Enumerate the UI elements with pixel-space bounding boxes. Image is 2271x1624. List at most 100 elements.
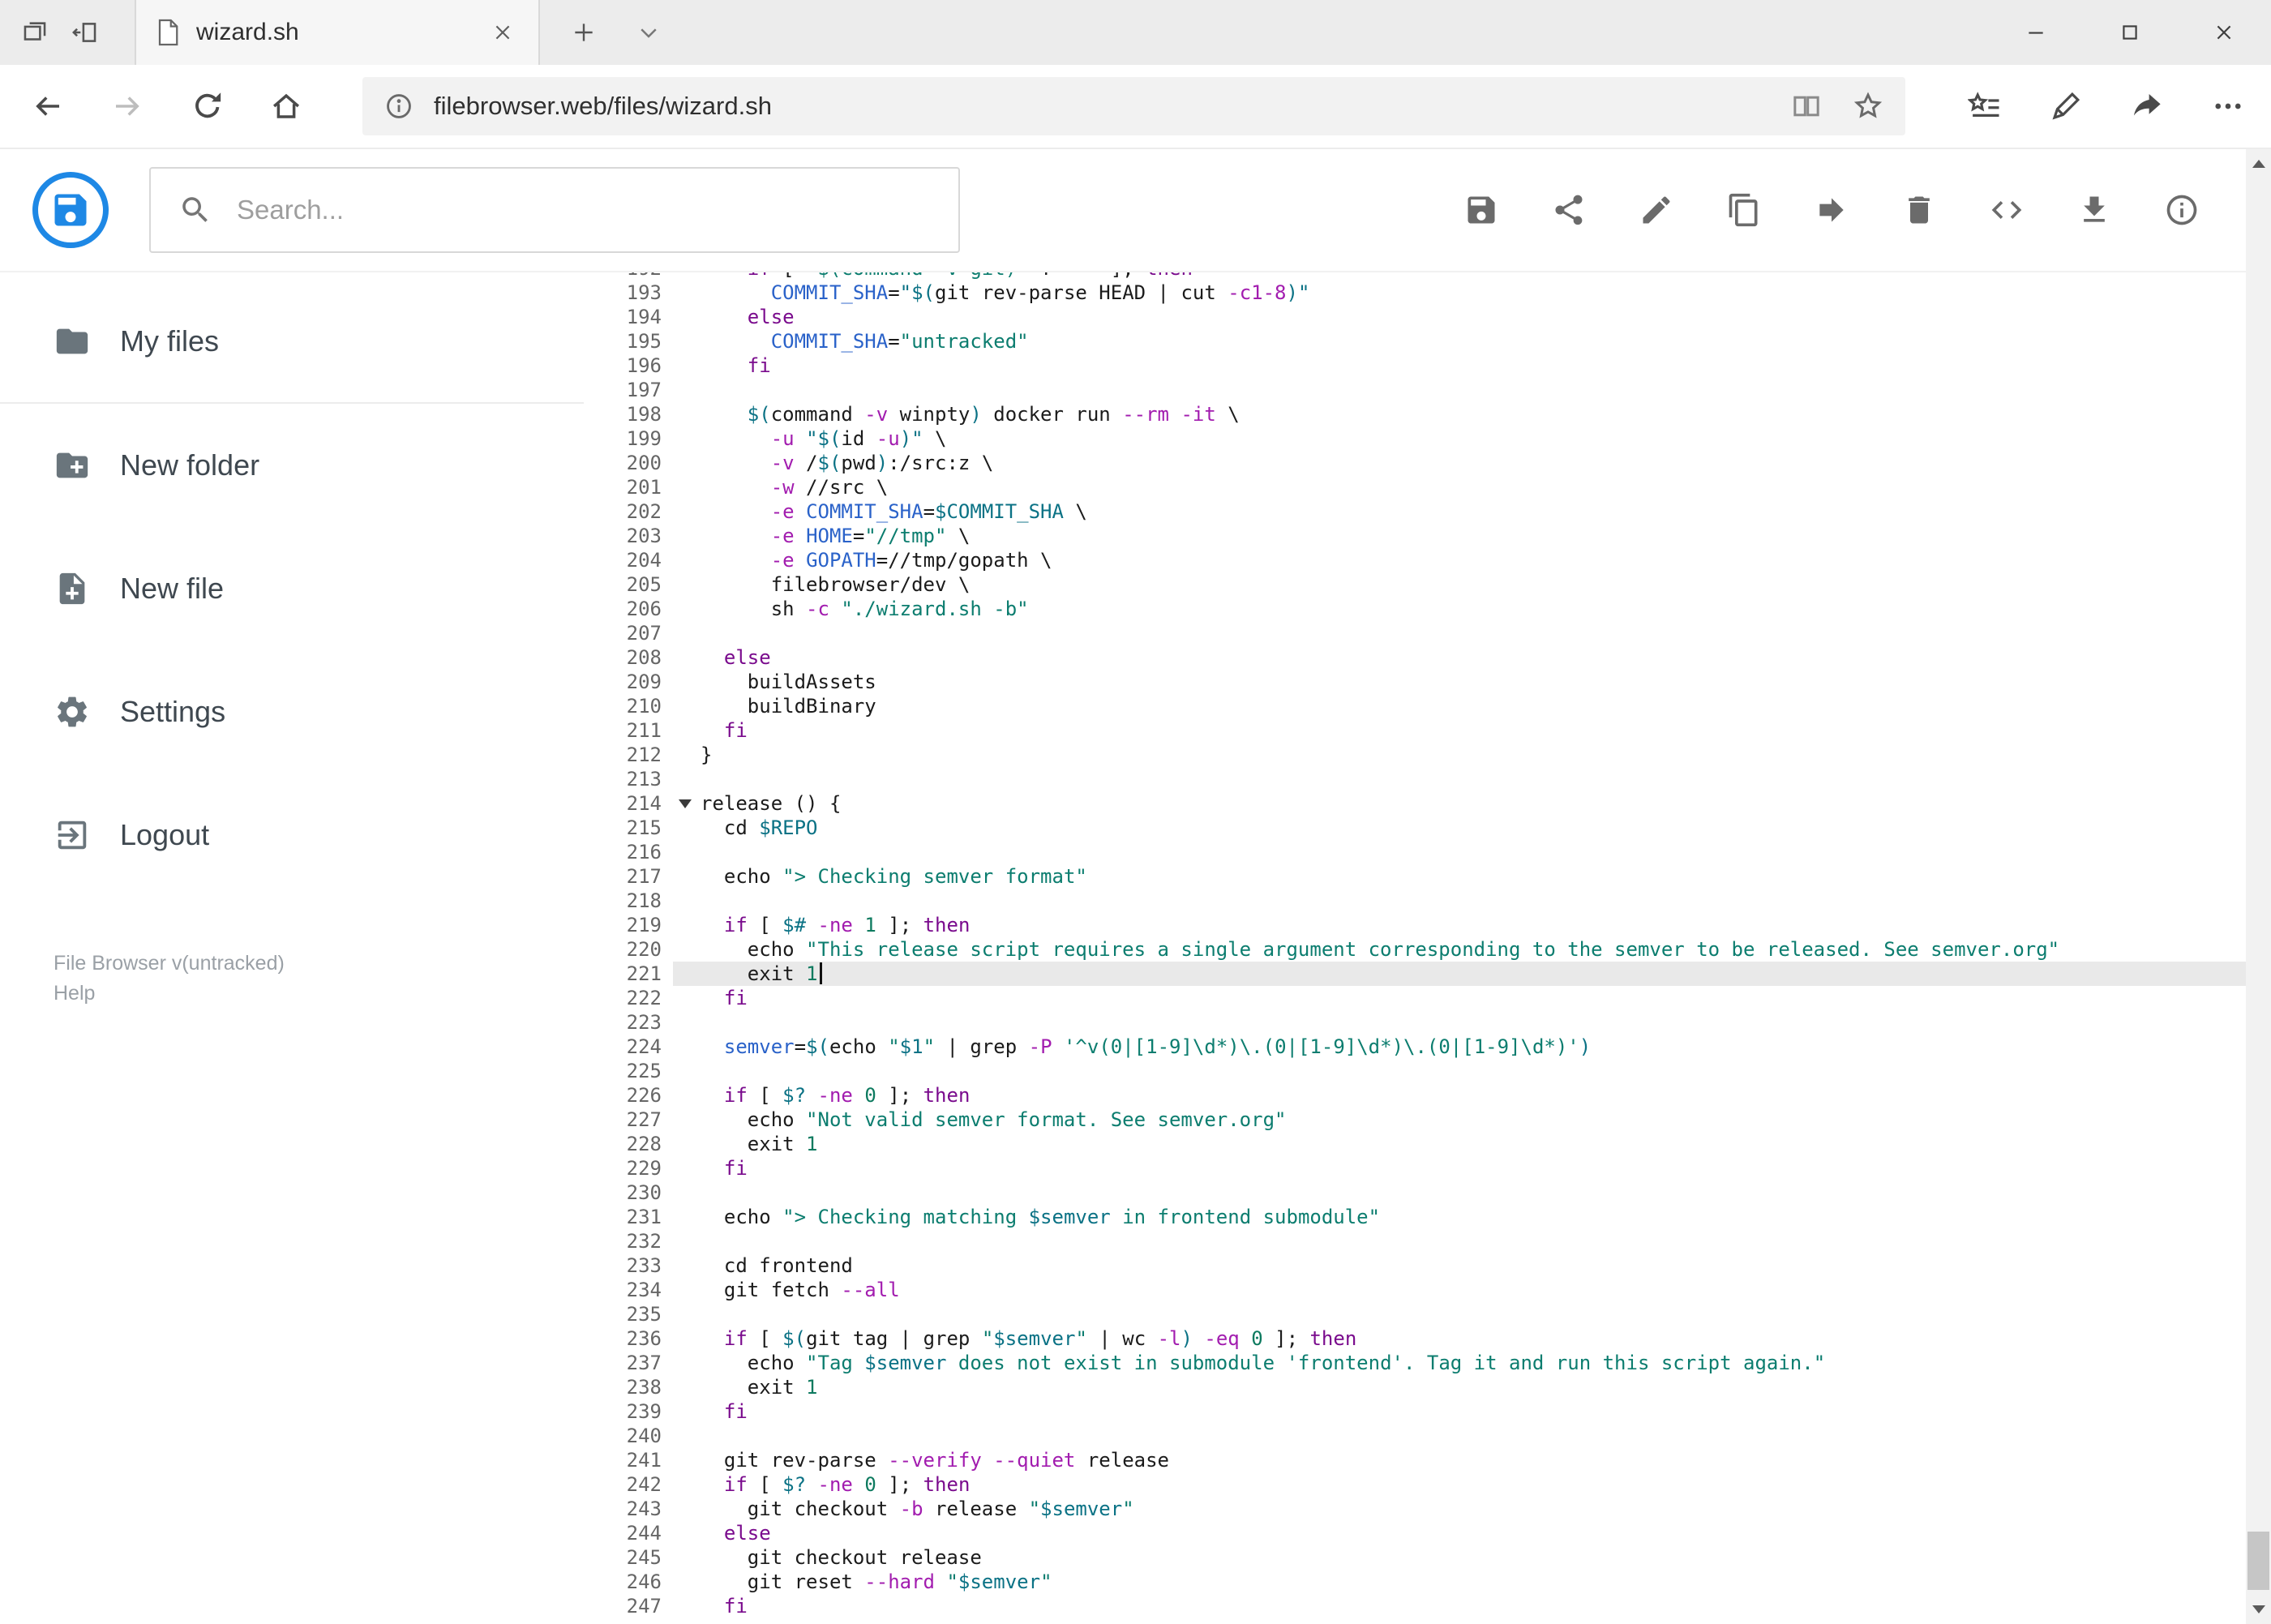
line-number[interactable]: 219 bbox=[584, 913, 673, 937]
code-text[interactable]: -v /$(pwd):/src:z \ bbox=[697, 451, 2271, 475]
code-line[interactable]: 192 if [ "$(command -v git)" != "" ]; th… bbox=[584, 272, 2271, 281]
line-number[interactable]: 245 bbox=[584, 1545, 673, 1570]
code-text[interactable]: -e COMMIT_SHA=$COMMIT_SHA \ bbox=[697, 499, 2271, 524]
code-line[interactable]: 228 exit 1 bbox=[584, 1132, 2271, 1156]
code-line[interactable]: 202 -e COMMIT_SHA=$COMMIT_SHA \ bbox=[584, 499, 2271, 524]
code-text[interactable] bbox=[697, 621, 2271, 645]
code-line[interactable]: 212} bbox=[584, 743, 2271, 767]
share-file-icon[interactable] bbox=[1551, 192, 1587, 228]
code-line[interactable]: 231 echo "> Checking matching $semver in… bbox=[584, 1205, 2271, 1229]
line-number[interactable]: 209 bbox=[584, 670, 673, 694]
code-line[interactable]: 221 exit 1 bbox=[584, 962, 2271, 986]
tabs-aside-preview-icon[interactable] bbox=[10, 0, 60, 65]
code-line[interactable]: 235 bbox=[584, 1302, 2271, 1326]
code-line[interactable]: 240 bbox=[584, 1424, 2271, 1448]
delete-trash-icon[interactable] bbox=[1901, 192, 1937, 228]
code-line[interactable]: 226 if [ $? -ne 0 ]; then bbox=[584, 1083, 2271, 1108]
code-line[interactable]: 213 bbox=[584, 767, 2271, 791]
info-icon[interactable] bbox=[2164, 192, 2200, 228]
copy-icon[interactable] bbox=[1726, 192, 1762, 228]
code-line[interactable]: 203 -e HOME="//tmp" \ bbox=[584, 524, 2271, 548]
sidebar-item-logout[interactable]: Logout bbox=[0, 773, 584, 897]
code-text[interactable] bbox=[697, 378, 2271, 402]
code-line[interactable]: 200 -v /$(pwd):/src:z \ bbox=[584, 451, 2271, 475]
code-text[interactable] bbox=[697, 889, 2271, 913]
help-link[interactable]: Help bbox=[54, 979, 584, 1009]
line-number[interactable]: 243 bbox=[584, 1497, 673, 1521]
line-number[interactable]: 216 bbox=[584, 840, 673, 864]
code-line[interactable]: 218 bbox=[584, 889, 2271, 913]
code-text[interactable]: COMMIT_SHA="untracked" bbox=[697, 329, 2271, 354]
url-field[interactable]: filebrowser.web/files/wizard.sh bbox=[362, 77, 1905, 135]
code-text[interactable] bbox=[697, 1424, 2271, 1448]
code-text[interactable]: cd frontend bbox=[697, 1253, 2271, 1278]
code-line[interactable]: 222 fi bbox=[584, 986, 2271, 1010]
line-number[interactable]: 230 bbox=[584, 1181, 673, 1205]
url-text[interactable]: filebrowser.web/files/wizard.sh bbox=[434, 92, 772, 121]
line-number[interactable]: 247 bbox=[584, 1594, 673, 1618]
code-text[interactable]: if [ $# -ne 1 ]; then bbox=[697, 913, 2271, 937]
code-line[interactable]: 207 bbox=[584, 621, 2271, 645]
code-line[interactable]: 219 if [ $# -ne 1 ]; then bbox=[584, 913, 2271, 937]
code-line[interactable]: 230 bbox=[584, 1181, 2271, 1205]
line-number[interactable]: 193 bbox=[584, 281, 673, 305]
code-text[interactable]: echo "This release script requires a sin… bbox=[697, 937, 2271, 962]
code-line[interactable]: 196 fi bbox=[584, 354, 2271, 378]
reading-view-icon[interactable] bbox=[1790, 90, 1823, 122]
refresh-button[interactable] bbox=[167, 64, 246, 148]
line-number[interactable]: 196 bbox=[584, 354, 673, 378]
line-number[interactable]: 210 bbox=[584, 694, 673, 718]
line-number[interactable]: 205 bbox=[584, 572, 673, 597]
line-number[interactable]: 241 bbox=[584, 1448, 673, 1472]
code-line[interactable]: 201 -w //src \ bbox=[584, 475, 2271, 499]
code-line[interactable]: 193 COMMIT_SHA="$(git rev-parse HEAD | c… bbox=[584, 281, 2271, 305]
code-text[interactable]: exit 1 bbox=[697, 1375, 2271, 1399]
code-line[interactable]: 210 buildBinary bbox=[584, 694, 2271, 718]
site-info-icon[interactable] bbox=[383, 91, 414, 122]
set-tabs-aside-icon[interactable] bbox=[60, 0, 110, 65]
code-text[interactable]: semver=$(echo "$1" | grep -P '^v(0|[1-9]… bbox=[697, 1035, 2271, 1059]
code-text[interactable]: -u "$(id -u)" \ bbox=[697, 426, 2271, 451]
line-number[interactable]: 244 bbox=[584, 1521, 673, 1545]
code-text[interactable] bbox=[697, 1229, 2271, 1253]
more-ellipsis-icon[interactable] bbox=[2205, 77, 2251, 135]
code-text[interactable] bbox=[697, 767, 2271, 791]
code-line[interactable]: 247 fi bbox=[584, 1594, 2271, 1618]
code-line[interactable]: 233 cd frontend bbox=[584, 1253, 2271, 1278]
code-text[interactable]: filebrowser/dev \ bbox=[697, 572, 2271, 597]
line-number[interactable]: 236 bbox=[584, 1326, 673, 1351]
line-number[interactable]: 231 bbox=[584, 1205, 673, 1229]
code-text[interactable]: git rev-parse --verify --quiet release bbox=[697, 1448, 2271, 1472]
line-number[interactable]: 220 bbox=[584, 937, 673, 962]
line-number[interactable]: 226 bbox=[584, 1083, 673, 1108]
line-number[interactable]: 207 bbox=[584, 621, 673, 645]
code-line[interactable]: 214 release () { bbox=[584, 791, 2271, 816]
code-line[interactable]: 244 else bbox=[584, 1521, 2271, 1545]
line-number[interactable]: 204 bbox=[584, 548, 673, 572]
code-text[interactable] bbox=[697, 1010, 2271, 1035]
code-text[interactable] bbox=[697, 1181, 2271, 1205]
code-line[interactable]: 238 exit 1 bbox=[584, 1375, 2271, 1399]
code-text[interactable]: sh -c "./wizard.sh -b" bbox=[697, 597, 2271, 621]
code-text[interactable]: release () { bbox=[697, 791, 2271, 816]
code-line[interactable]: 242 if [ $? -ne 0 ]; then bbox=[584, 1472, 2271, 1497]
favorite-star-icon[interactable] bbox=[1852, 90, 1884, 122]
line-number[interactable]: 240 bbox=[584, 1424, 673, 1448]
code-text[interactable]: fi bbox=[697, 1399, 2271, 1424]
line-number[interactable]: 227 bbox=[584, 1108, 673, 1132]
line-number[interactable]: 234 bbox=[584, 1278, 673, 1302]
page-scrollbar[interactable] bbox=[2246, 149, 2271, 1624]
sidebar-item-new-file[interactable]: New file bbox=[0, 527, 584, 650]
code-line[interactable]: 194 else bbox=[584, 305, 2271, 329]
home-button[interactable] bbox=[246, 64, 326, 148]
sidebar-item-my-files[interactable]: My files bbox=[0, 281, 584, 404]
code-line[interactable]: 220 echo "This release script requires a… bbox=[584, 937, 2271, 962]
code-line[interactable]: 211 fi bbox=[584, 718, 2271, 743]
line-number[interactable]: 233 bbox=[584, 1253, 673, 1278]
code-text[interactable]: $(command -v winpty) docker run --rm -it… bbox=[697, 402, 2271, 426]
line-number[interactable]: 200 bbox=[584, 451, 673, 475]
code-text[interactable]: fi bbox=[697, 986, 2271, 1010]
line-number[interactable]: 199 bbox=[584, 426, 673, 451]
code-text[interactable] bbox=[697, 840, 2271, 864]
line-number[interactable]: 202 bbox=[584, 499, 673, 524]
